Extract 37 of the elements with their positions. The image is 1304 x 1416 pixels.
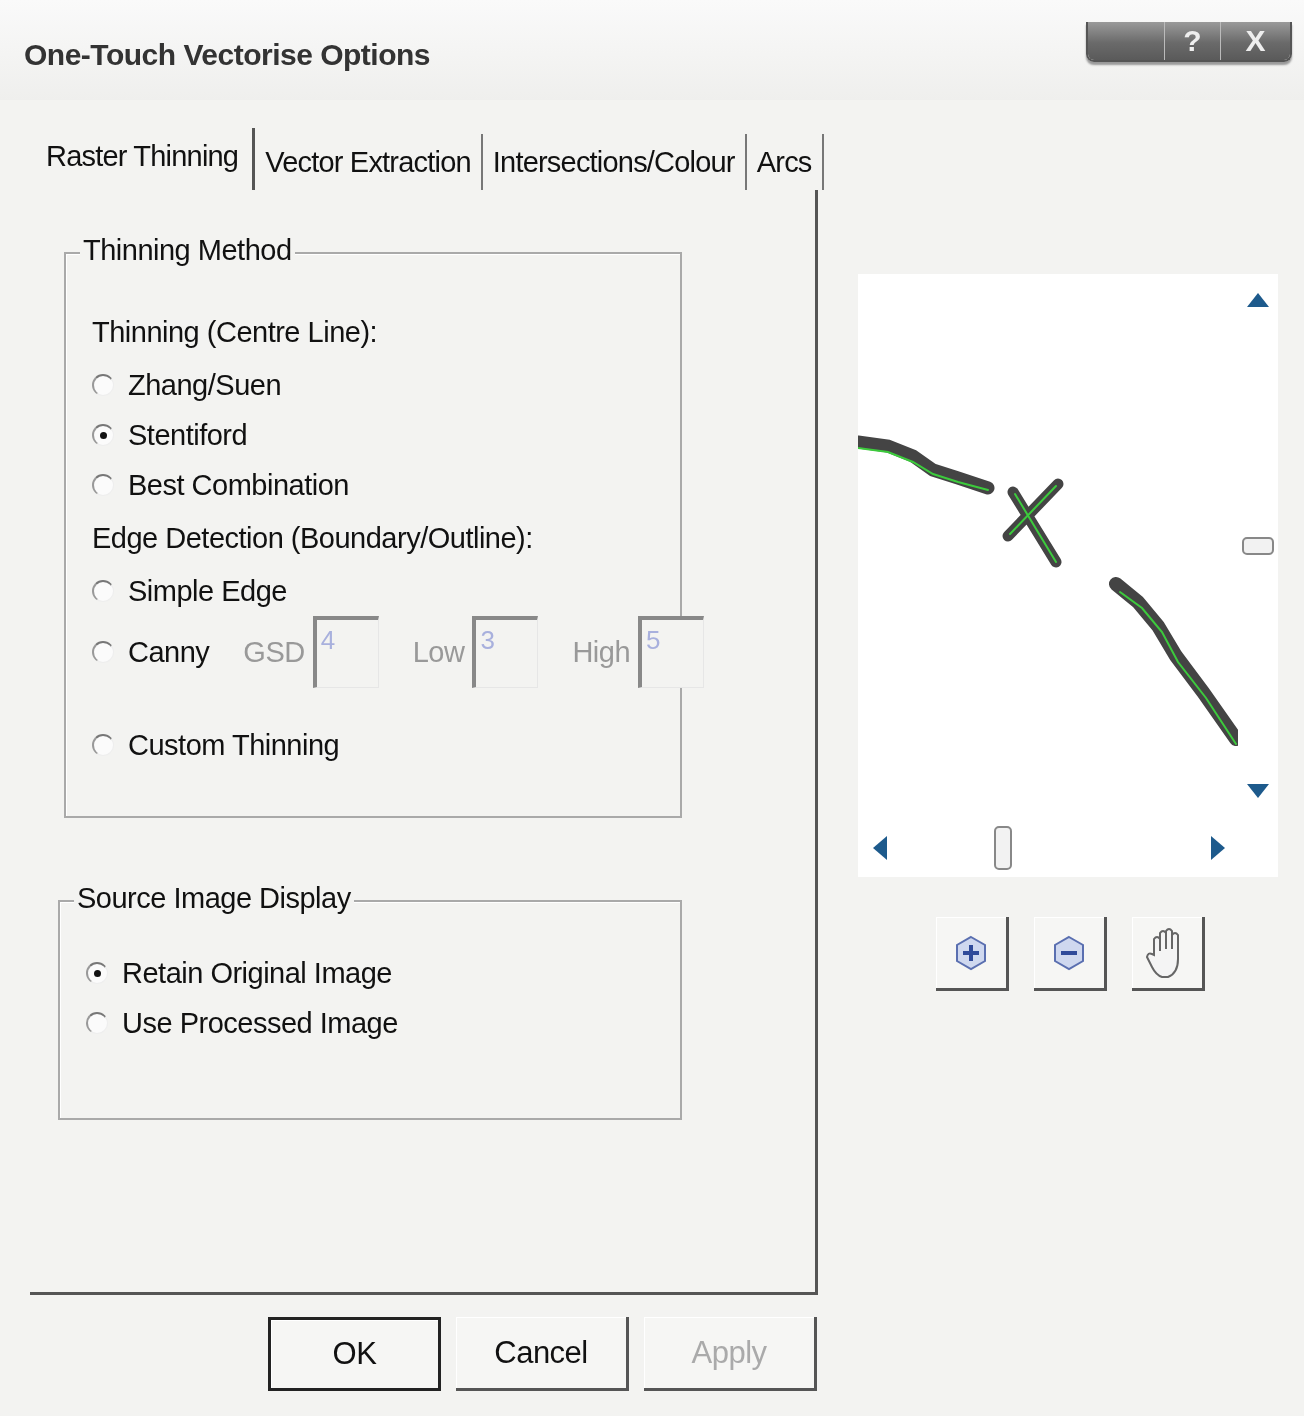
help-button[interactable]: ? (1164, 22, 1220, 60)
section-heading: Edge Detection (Boundary/Outline): (92, 520, 534, 556)
scroll-up-icon[interactable] (1246, 292, 1270, 308)
parameter-label: High (572, 635, 631, 669)
scrollbar-thumb[interactable] (1242, 536, 1274, 555)
option-label: Zhang/Suen (128, 368, 281, 402)
scroll-down-icon[interactable] (1246, 783, 1270, 799)
option-label: Best Combination (128, 468, 349, 502)
parameter-label: Low (412, 635, 465, 669)
scrollbar-thumb[interactable] (994, 826, 1012, 870)
radio-button[interactable] (86, 962, 108, 984)
pan-button[interactable] (1132, 917, 1205, 991)
radio-button[interactable] (92, 374, 114, 396)
radio-button[interactable] (92, 474, 114, 496)
scroll-right-icon[interactable] (1210, 835, 1226, 861)
option-label: Use Processed Image (122, 1006, 398, 1040)
radio-button[interactable] (92, 424, 114, 446)
zoom-in-button[interactable] (936, 917, 1009, 991)
option-label: Stentiford (128, 418, 248, 452)
radio-button[interactable] (92, 641, 114, 663)
option-label: Custom Thinning (128, 728, 340, 762)
radio-button[interactable] (86, 1012, 108, 1034)
option-label: Simple Edge (128, 574, 287, 608)
window-title: One-Touch Vectorise Options (24, 38, 430, 72)
dialog-button[interactable]: OK (268, 1317, 441, 1391)
radio-button[interactable] (92, 580, 114, 602)
zoom-out-icon (1052, 934, 1086, 971)
option-label: Canny (128, 635, 210, 669)
option-label: Retain Original Image (122, 956, 392, 990)
dialog-button[interactable]: Cancel (456, 1317, 629, 1391)
scroll-left-icon[interactable] (872, 835, 888, 861)
radio-button[interactable] (92, 734, 114, 756)
parameter-label: GSD (243, 635, 305, 669)
close-button[interactable]: X (1220, 22, 1290, 60)
zoom-out-button[interactable] (1034, 917, 1107, 991)
zoom-in-icon (954, 934, 988, 971)
section-heading: Thinning (Centre Line): (92, 314, 379, 350)
